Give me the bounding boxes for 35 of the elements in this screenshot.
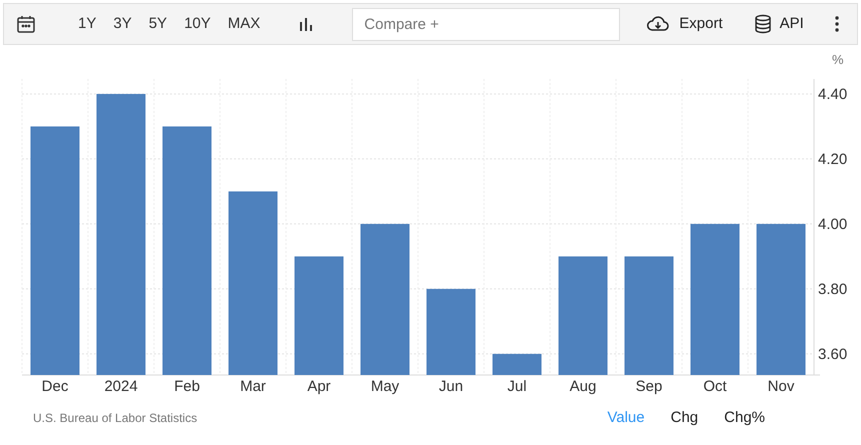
range-button[interactable]: 1Y — [78, 12, 96, 36]
y-axis-label: 4.00 — [818, 216, 848, 233]
cloud-download-icon — [646, 15, 670, 33]
x-axis-label: Sep — [636, 378, 662, 395]
y-axis-label: 3.60 — [818, 346, 848, 363]
x-axis-label: Feb — [174, 378, 200, 395]
y-axis-unit: % — [832, 52, 844, 67]
y-axis-label: 3.80 — [818, 280, 848, 298]
range-button[interactable]: MAX — [228, 12, 260, 36]
x-axis-label: Nov — [768, 378, 794, 395]
bar-chart-icon[interactable] — [298, 16, 314, 32]
x-axis-label: Dec — [42, 378, 68, 395]
database-icon — [754, 14, 771, 34]
y-axis-label: 4.40 — [818, 86, 848, 103]
x-axis-label: 2024 — [104, 378, 138, 395]
bar — [492, 354, 542, 375]
more-icon[interactable] — [835, 16, 839, 32]
mode-tab[interactable]: Chg — [670, 406, 698, 430]
range-button[interactable]: 10Y — [184, 12, 211, 36]
calendar-icon[interactable] — [16, 14, 36, 34]
range-button[interactable]: 5Y — [148, 12, 168, 36]
x-axis-label: May — [370, 378, 400, 395]
x-axis-label: Oct — [703, 378, 727, 395]
x-axis-label: Jun — [438, 378, 464, 395]
source-text: U.S. Bureau of Labor Statistics — [33, 410, 198, 427]
y-axis-label: 4.20 — [818, 150, 848, 168]
x-axis-label: Aug — [570, 378, 596, 395]
x-axis-label: Jul — [507, 378, 527, 395]
export-button[interactable]: Export — [646, 12, 723, 36]
x-axis-label: Apr — [307, 378, 331, 395]
api-button[interactable]: API — [754, 12, 804, 36]
mode-tab[interactable]: Chg% — [724, 406, 765, 430]
x-axis-label: Mar — [240, 378, 266, 395]
compare-field[interactable]: Compare + — [352, 8, 620, 40]
range-button[interactable]: 3Y — [113, 12, 132, 36]
